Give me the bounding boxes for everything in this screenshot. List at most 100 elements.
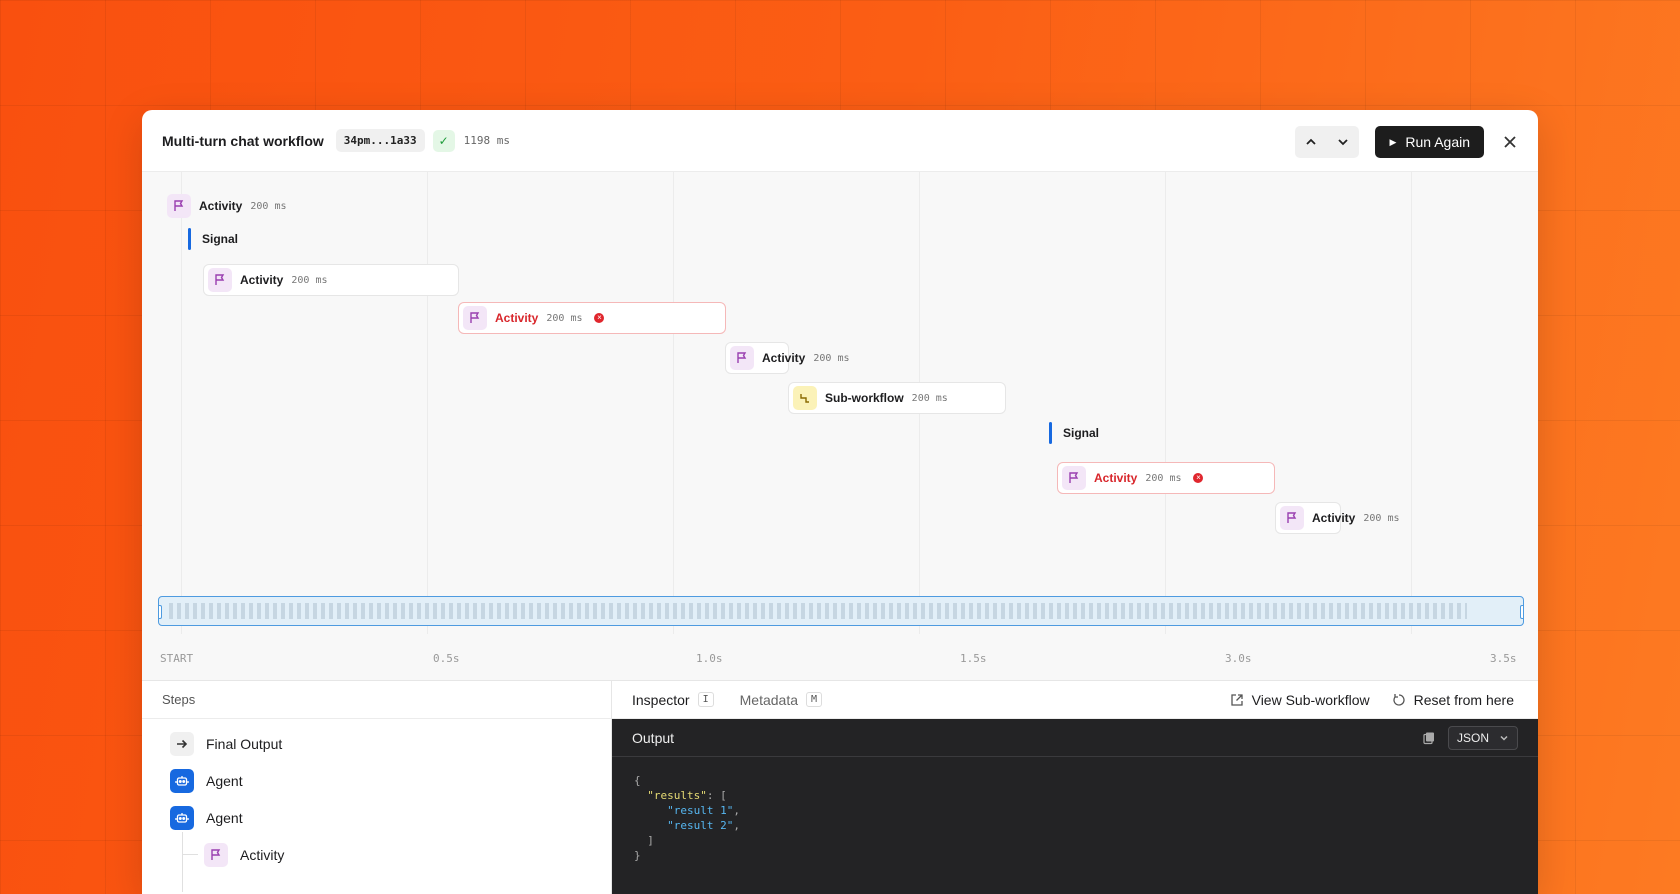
view-sub-workflow-label: View Sub-workflow — [1251, 692, 1370, 708]
axis-tick-label: 3.0s — [1225, 652, 1252, 665]
shortcut-key: I — [697, 692, 714, 707]
run-navigation — [1295, 126, 1360, 158]
error-icon: × — [594, 313, 605, 323]
grid-line — [1165, 172, 1166, 634]
output-controls: JSON — [1422, 726, 1518, 750]
step-duration: 200 ms — [250, 200, 287, 212]
timeline-step-signal[interactable]: Signal — [188, 228, 238, 250]
step-item-final-output[interactable]: Final Output — [142, 725, 611, 762]
step-label: Signal — [1063, 426, 1100, 440]
output-header: Output JSON — [612, 719, 1538, 757]
step-label: Activity — [495, 311, 539, 325]
inspector-tabs: Inspector I Metadata M View Sub-workflow… — [612, 681, 1538, 719]
grid-line — [181, 172, 182, 634]
arrow-right-icon — [170, 731, 194, 756]
scrubber-start-handle[interactable] — [159, 605, 162, 619]
axis-tick-label: 1.0s — [696, 652, 723, 665]
step-duration: 200 ms — [1145, 472, 1182, 484]
view-sub-workflow-button[interactable]: View Sub-workflow — [1230, 692, 1370, 708]
timeline-scrubber[interactable] — [158, 596, 1524, 626]
timeline-area: Activity 200 ms Signal Activity 200 ms A… — [142, 172, 1538, 680]
step-duration: 200 ms — [546, 312, 583, 324]
timeline-step-activity[interactable]: Activity 200 ms — [162, 190, 322, 222]
flag-icon — [208, 268, 232, 292]
flag-icon — [1062, 466, 1086, 490]
timeline-step-signal[interactable]: Signal — [1049, 422, 1099, 444]
axis-tick-label: 0.5s — [433, 652, 460, 665]
step-label: Signal — [202, 232, 239, 246]
step-item-label: Agent — [206, 772, 243, 789]
code-brace: } — [634, 849, 641, 862]
step-item-agent[interactable]: Agent — [142, 799, 611, 836]
code-punct: : [ — [706, 789, 727, 802]
step-item-activity[interactable]: Activity — [142, 832, 611, 892]
sub-workflow-icon — [793, 386, 817, 410]
code-punct: ] — [647, 834, 654, 847]
bottom-panels: Steps Final Output Agent Agent Activity … — [142, 680, 1538, 894]
flag-icon — [463, 306, 487, 330]
output-title: Output — [632, 729, 675, 746]
copy-icon[interactable] — [1422, 731, 1436, 745]
format-select[interactable]: JSON — [1447, 726, 1518, 750]
timeline-step-activity-error[interactable]: Activity 200 ms × — [1057, 462, 1275, 494]
chevron-up-icon — [1306, 138, 1317, 145]
play-icon: ▶ — [1389, 136, 1397, 147]
flag-icon — [204, 842, 228, 867]
tab-inspector[interactable]: Inspector I — [632, 692, 714, 708]
axis-tick-label: 3.5s — [1490, 652, 1517, 665]
inspector-actions: View Sub-workflow Reset from here — [1208, 681, 1514, 719]
steps-list: Final Output Agent Agent Activity — [142, 719, 611, 892]
axis-tick-label: 1.5s — [960, 652, 987, 665]
workflow-title: Multi-turn chat workflow — [162, 132, 324, 149]
error-icon: × — [1193, 473, 1204, 483]
signal-marker — [188, 228, 191, 250]
robot-icon — [170, 805, 194, 830]
json-key: "results" — [647, 789, 707, 802]
timeline-step-activity-error[interactable]: Activity 200 ms × — [458, 302, 726, 334]
external-link-icon — [1230, 694, 1243, 706]
output-panel: Output JSON { "results": [ "result 1", "… — [612, 719, 1538, 894]
robot-icon — [170, 768, 194, 793]
step-label: Sub-workflow — [825, 391, 904, 405]
chevron-down-icon — [1338, 139, 1349, 146]
grid-line — [427, 172, 428, 634]
flag-icon — [1280, 506, 1304, 530]
axis-tick-label: START — [160, 652, 194, 665]
close-icon — [1504, 136, 1516, 148]
code-brace: { — [634, 774, 641, 787]
steps-heading: Steps — [142, 681, 611, 719]
step-duration: 200 ms — [911, 392, 948, 404]
step-label: Activity — [762, 351, 806, 365]
json-string: "result 1" — [667, 804, 734, 817]
grid-line — [673, 172, 674, 634]
reset-icon — [1392, 694, 1405, 706]
step-label: Activity — [240, 273, 284, 287]
tree-connector — [182, 854, 198, 855]
tab-metadata[interactable]: Metadata M — [740, 692, 823, 708]
reset-from-here-label: Reset from here — [1413, 692, 1514, 708]
timeline-step-sub-workflow[interactable]: Sub-workflow 200 ms — [788, 382, 1006, 414]
step-duration: 200 ms — [1363, 512, 1400, 524]
shortcut-key: M — [806, 692, 823, 707]
reset-from-here-button[interactable]: Reset from here — [1392, 692, 1514, 708]
workflow-window: Multi-turn chat workflow 34pm...1a33 ✓ 1… — [142, 110, 1538, 894]
step-duration: 200 ms — [291, 274, 328, 286]
close-button[interactable] — [1500, 132, 1520, 152]
next-run-button[interactable] — [1327, 126, 1359, 158]
signal-marker — [1049, 422, 1052, 444]
timeline-step-activity[interactable]: Activity 200 ms — [203, 264, 459, 296]
chevron-down-icon — [1500, 735, 1508, 741]
run-id-badge[interactable]: 34pm...1a33 — [335, 129, 425, 152]
step-duration: 200 ms — [813, 352, 850, 364]
step-item-agent[interactable]: Agent — [142, 762, 611, 799]
scrubber-end-handle[interactable] — [1520, 605, 1523, 619]
format-value: JSON — [1456, 731, 1489, 745]
previous-run-button[interactable] — [1295, 126, 1327, 158]
inspector-panel: Inspector I Metadata M View Sub-workflow… — [612, 681, 1538, 894]
timeline-step-activity[interactable]: Activity 200 ms — [1275, 502, 1399, 534]
run-again-button[interactable]: ▶ Run Again — [1375, 126, 1484, 158]
grid-line — [1411, 172, 1412, 634]
json-output[interactable]: { "results": [ "result 1", "result 2", ]… — [612, 757, 1538, 879]
step-item-label: Final Output — [206, 735, 283, 752]
timeline-step-activity[interactable]: Activity 200 ms — [725, 342, 849, 374]
